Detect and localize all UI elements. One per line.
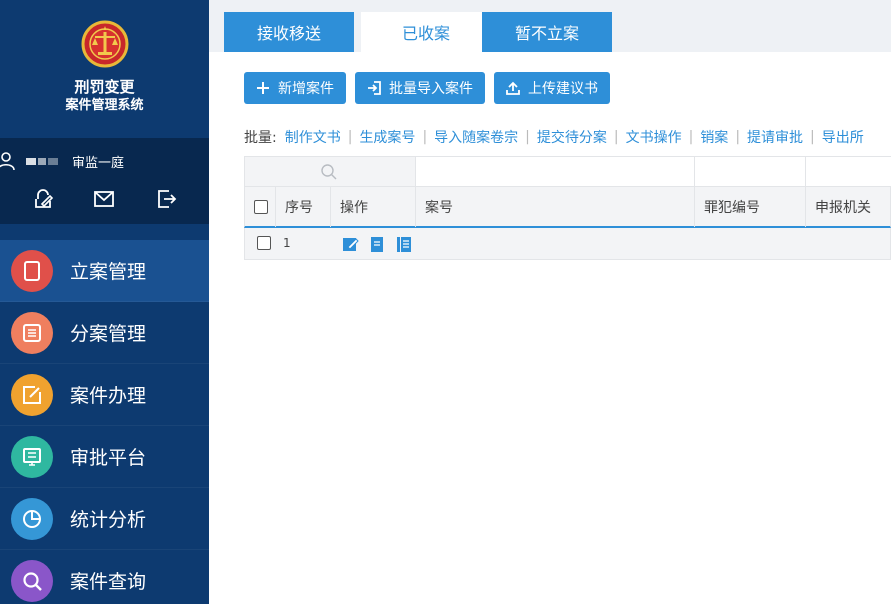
document-icon[interactable] bbox=[368, 235, 386, 253]
import-icon bbox=[368, 81, 381, 95]
batch-make-document[interactable]: 制作文书 bbox=[285, 127, 341, 147]
search-icon[interactable] bbox=[320, 163, 338, 181]
menu-item-case-handling[interactable]: 案件办理 bbox=[0, 364, 209, 426]
user-panel: 审监一庭 bbox=[0, 138, 209, 224]
filter-prisoner-number[interactable] bbox=[694, 157, 805, 186]
edit-icon bbox=[11, 373, 53, 416]
main-content: 接收移送 已收案 暂不立案 新增案件 批量导入案件 上传建议书 批量: 制作文书… bbox=[209, 0, 891, 604]
add-case-label: 新增案件 bbox=[278, 81, 334, 97]
column-index: 序号 bbox=[275, 187, 330, 227]
document-icon bbox=[11, 249, 53, 292]
plus-icon bbox=[257, 82, 269, 94]
upload-icon bbox=[506, 81, 520, 95]
list-icon[interactable] bbox=[395, 235, 413, 253]
tab-bar: 接收移送 已收案 暂不立案 bbox=[209, 0, 891, 52]
menu-label: 案件查询 bbox=[70, 571, 147, 593]
add-case-button[interactable]: 新增案件 bbox=[244, 72, 346, 104]
menu-item-approval-platform[interactable]: 审批平台 bbox=[0, 426, 209, 488]
brand-header: 刑罚变更 案件管理系统 bbox=[0, 0, 209, 138]
batch-actions: 批量: 制作文书 | 生成案号 | 导入随案卷宗 | 提交待分案 | 文书操作 | 销案 |… bbox=[244, 127, 864, 147]
app-title: 刑罚变更 bbox=[74, 78, 135, 96]
column-reporting-agency: 申报机关 bbox=[805, 187, 891, 227]
menu-label: 案件办理 bbox=[70, 385, 147, 407]
filter-reporting-agency[interactable] bbox=[805, 157, 891, 186]
filter-case-number[interactable] bbox=[415, 157, 694, 186]
search-icon bbox=[11, 559, 53, 602]
court-emblem-logo bbox=[81, 20, 128, 68]
menu-item-case-filing[interactable]: 立案管理 bbox=[0, 240, 209, 302]
logout-icon[interactable] bbox=[155, 188, 177, 210]
tab-receive-transfer[interactable]: 接收移送 bbox=[224, 12, 354, 52]
menu-label: 审批平台 bbox=[70, 447, 147, 469]
batch-import-dossier[interactable]: 导入随案卷宗 bbox=[434, 127, 518, 147]
menu-item-statistics[interactable]: 统计分析 bbox=[0, 488, 209, 550]
user-name-redacted bbox=[26, 157, 58, 165]
app-subtitle: 案件管理系统 bbox=[65, 98, 144, 113]
table-header: 序号 操作 案号 罪犯编号 申报机关 bbox=[244, 186, 891, 228]
toolbar: 新增案件 批量导入案件 上传建议书 bbox=[244, 72, 610, 104]
batch-request-approval[interactable]: 提请审批 bbox=[747, 127, 803, 147]
sidebar: 刑罚变更 案件管理系统 审监一庭 立案管理 分案管理 案件办理 审批平台 统计分… bbox=[0, 0, 209, 604]
upload-proposal-label: 上传建议书 bbox=[528, 81, 598, 97]
batch-generate-case-number[interactable]: 生成案号 bbox=[359, 127, 415, 147]
row-actions bbox=[341, 235, 413, 253]
select-all-cell bbox=[245, 187, 275, 227]
pie-chart-icon bbox=[11, 497, 53, 540]
table-row[interactable]: 1 bbox=[244, 228, 891, 260]
user-actions bbox=[0, 188, 209, 210]
main-menu: 立案管理 分案管理 案件办理 审批平台 统计分析 案件查询 bbox=[0, 240, 209, 604]
user-info: 审监一庭 bbox=[0, 148, 124, 174]
column-prisoner-number: 罪犯编号 bbox=[694, 187, 805, 227]
menu-label: 分案管理 bbox=[70, 323, 147, 345]
batch-label: 批量: bbox=[244, 130, 277, 146]
user-department: 审监一庭 bbox=[72, 155, 125, 171]
menu-label: 立案管理 bbox=[70, 261, 147, 283]
edit-icon[interactable] bbox=[341, 235, 359, 253]
batch-import-label: 批量导入案件 bbox=[389, 81, 473, 97]
menu-item-case-assignment[interactable]: 分案管理 bbox=[0, 302, 209, 364]
batch-submit-assignment[interactable]: 提交待分案 bbox=[537, 127, 607, 147]
batch-import-button[interactable]: 批量导入案件 bbox=[355, 72, 485, 104]
upload-proposal-button[interactable]: 上传建议书 bbox=[494, 72, 610, 104]
monitor-icon bbox=[11, 435, 53, 478]
tab-received[interactable]: 已收案 bbox=[361, 12, 491, 52]
change-password-icon[interactable] bbox=[32, 188, 54, 210]
list-icon bbox=[11, 311, 53, 354]
batch-export[interactable]: 导出所 bbox=[822, 127, 864, 147]
case-table: 序号 操作 案号 罪犯编号 申报机关 1 bbox=[244, 156, 891, 260]
row-index: 1 bbox=[283, 236, 291, 250]
table-filter-row bbox=[244, 156, 891, 186]
mail-icon[interactable] bbox=[93, 188, 115, 210]
tab-not-filed[interactable]: 暂不立案 bbox=[482, 12, 612, 52]
row-checkbox[interactable] bbox=[257, 236, 271, 250]
column-actions: 操作 bbox=[330, 187, 415, 227]
select-all-checkbox[interactable] bbox=[254, 200, 268, 214]
menu-item-case-query[interactable]: 案件查询 bbox=[0, 550, 209, 604]
user-icon bbox=[0, 152, 15, 171]
menu-label: 统计分析 bbox=[70, 509, 147, 531]
column-case-number: 案号 bbox=[415, 187, 694, 227]
batch-cancel-case[interactable]: 销案 bbox=[700, 127, 728, 147]
batch-document-operations[interactable]: 文书操作 bbox=[626, 127, 682, 147]
